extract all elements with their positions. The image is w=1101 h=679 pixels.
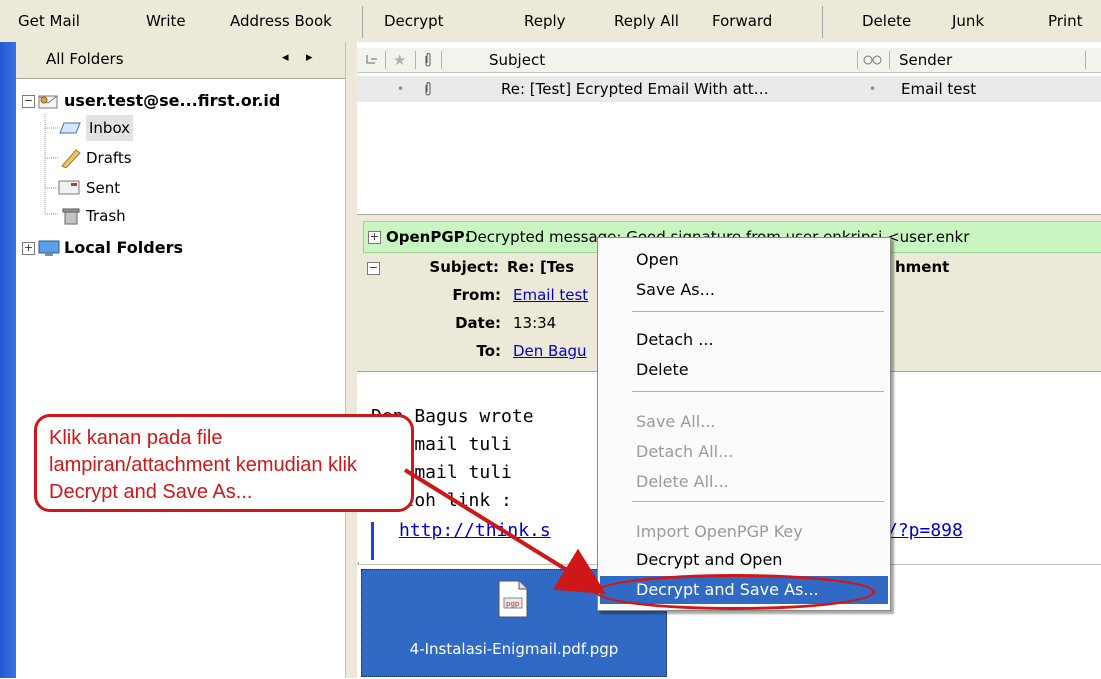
expand-icon[interactable]: +: [368, 231, 381, 244]
quote-bar: [371, 522, 374, 560]
reply-all-button[interactable]: Reply All: [614, 6, 679, 36]
file-icon-label: pgp: [506, 600, 520, 608]
folder-label: Sent: [86, 179, 121, 197]
menu-item-save-as[interactable]: Save As...: [600, 276, 888, 304]
menu-item-delete-all[interactable]: Delete All...: [600, 468, 888, 496]
sent-icon: [58, 180, 80, 195]
menu-item-save-all[interactable]: Save All...: [600, 408, 888, 436]
write-button[interactable]: Write: [146, 6, 186, 36]
toolbar-separator: [362, 6, 363, 38]
date-label: Date:: [455, 314, 501, 332]
from-link[interactable]: Email test: [513, 281, 588, 309]
subject-column-header[interactable]: Subject: [489, 48, 545, 72]
menu-item-import-openpgp-key[interactable]: Import OpenPGP Key: [600, 518, 888, 546]
thread-column-header: ★ Subject Sender: [357, 48, 1101, 73]
menu-item-delete[interactable]: Delete: [600, 356, 888, 384]
message-row[interactable]: • Re: [Test] Ecrypted Email With att… • …: [357, 76, 1101, 102]
message-sender: Email test: [901, 80, 977, 98]
to-label: To:: [476, 342, 501, 360]
sender-column-header[interactable]: Sender: [899, 48, 952, 72]
address-book-button[interactable]: Address Book: [230, 6, 332, 36]
junk-button[interactable]: Junk: [952, 6, 984, 36]
attachment-icon: [425, 82, 431, 96]
menu-item-detach-all[interactable]: Detach All...: [600, 438, 888, 466]
menu-separator: [632, 501, 884, 502]
star-column-icon[interactable]: ★: [393, 48, 406, 72]
read-column-icon[interactable]: [863, 54, 883, 66]
delete-button[interactable]: Delete: [862, 6, 911, 36]
window-edge: [0, 42, 16, 678]
main-toolbar: Get Mail Write Address Book Decrypt Repl…: [0, 0, 1101, 43]
star-dot-icon[interactable]: •: [397, 76, 404, 102]
thread-column-icon[interactable]: [365, 53, 379, 67]
annotation-callout: Klik kanan pada file lampiran/attachment…: [34, 414, 414, 512]
expand-icon[interactable]: +: [22, 242, 35, 255]
folder-view-next-icon[interactable]: ▸: [306, 50, 313, 65]
menu-item-detach[interactable]: Detach ...: [600, 326, 888, 354]
decrypt-button[interactable]: Decrypt: [384, 6, 443, 36]
folder-pane-header: All Folders ◂ ▸: [16, 42, 345, 79]
toolbar-separator: [822, 6, 823, 38]
subject-value: Re: [Tes: [507, 258, 575, 276]
local-folders-label: Local Folders: [64, 238, 183, 257]
forward-button[interactable]: Forward: [712, 6, 772, 36]
column-separator: [889, 51, 890, 69]
column-separator: [1085, 51, 1086, 69]
folder-pane-title: All Folders: [46, 50, 124, 68]
menu-item-open[interactable]: Open: [600, 246, 888, 274]
menu-separator: [632, 311, 884, 312]
column-separator: [857, 51, 858, 69]
thread-pane: ★ Subject Sender • Re: [Test] Ecrypted E…: [357, 42, 1101, 214]
get-mail-button[interactable]: Get Mail: [18, 6, 80, 36]
folder-label: Inbox: [86, 115, 134, 141]
menu-item-decrypt-and-open[interactable]: Decrypt and Open: [600, 546, 888, 574]
reply-button[interactable]: Reply: [524, 6, 566, 36]
tree-lines: [44, 114, 58, 215]
account-name: user.test@se...first.or.id: [64, 91, 281, 110]
folder-label: Drafts: [86, 149, 132, 167]
trash-icon: [62, 208, 80, 225]
column-separator: [441, 51, 442, 69]
folder-view-prev-icon[interactable]: ◂: [282, 50, 289, 65]
pencil-icon: [61, 149, 81, 168]
subject-value-tail: hment: [895, 258, 950, 276]
file-icon: pgp: [498, 580, 528, 618]
body-link-tail[interactable]: /?p=898: [887, 520, 963, 541]
computer-icon: [38, 240, 60, 256]
column-separator: [385, 51, 386, 69]
attachment-column-icon[interactable]: [423, 52, 433, 68]
folder-label: Trash: [86, 207, 126, 225]
annotation-highlight-ellipse: [595, 574, 875, 610]
folder-pane: All Folders ◂ ▸ − user.test@se...first.o…: [16, 42, 346, 678]
body-link[interactable]: http://think.s: [399, 520, 551, 541]
menu-separator: [632, 391, 884, 392]
collapse-icon[interactable]: −: [367, 262, 380, 275]
subject-label: Subject:: [429, 258, 499, 276]
to-link[interactable]: Den Bagu: [513, 337, 587, 365]
date-value: 13:34: [513, 314, 557, 332]
column-separator: [415, 51, 416, 69]
inbox-icon: [59, 122, 81, 134]
read-dot-icon[interactable]: •: [869, 76, 876, 102]
message-subject: Re: [Test] Ecrypted Email With att…: [501, 80, 769, 98]
openpgp-label: OpenPGP:: [386, 228, 471, 246]
print-button[interactable]: Print: [1048, 6, 1083, 36]
annotation-text: Klik kanan pada file lampiran/attachment…: [49, 427, 357, 503]
attachment-context-menu: Open Save As... Detach ... Delete Save A…: [597, 237, 891, 611]
attachment-filename: 4-Instalasi-Enigmail.pdf.pgp: [409, 640, 619, 658]
from-label: From:: [452, 286, 501, 304]
